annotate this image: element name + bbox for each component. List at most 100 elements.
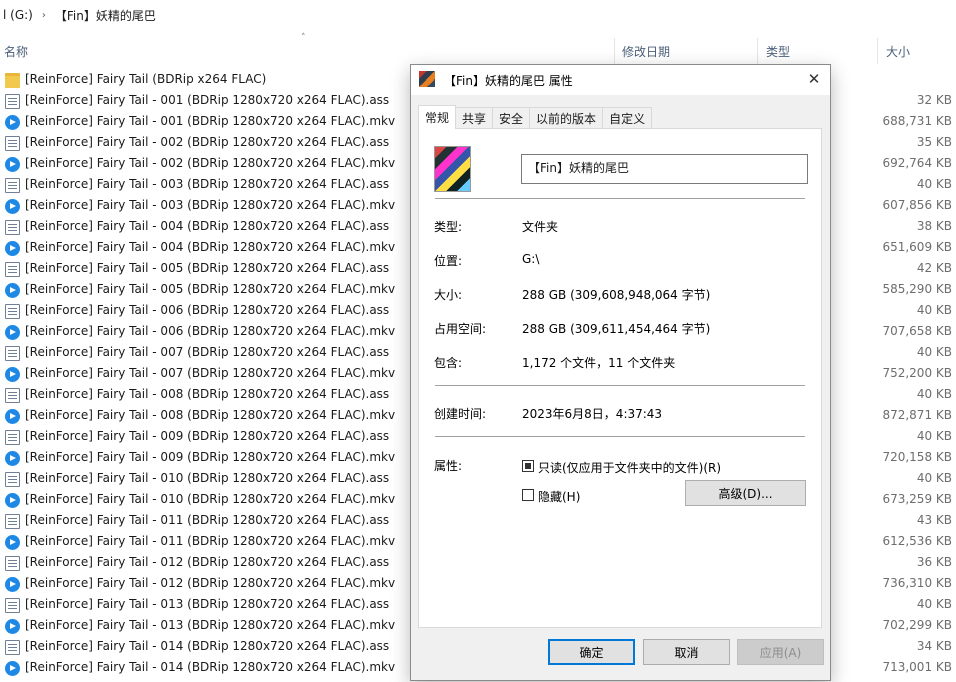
dialog-tabs: 常规 共享 安全 以前的版本 自定义: [418, 105, 653, 129]
text-file-icon: [5, 220, 20, 235]
divider: [435, 198, 805, 199]
file-name: [ReinForce] Fairy Tail - 011 (BDRip 1280…: [25, 513, 390, 527]
tab-sharing[interactable]: 共享: [455, 107, 494, 129]
folder-thumbnail-icon: [419, 71, 435, 87]
text-file-icon: [5, 598, 20, 613]
video-file-icon: [5, 619, 20, 634]
file-name: [ReinForce] Fairy Tail - 008 (BDRip 1280…: [25, 387, 390, 401]
disk-size-value: 288 GB (309,611,454,464 字节): [522, 322, 711, 336]
file-name: [ReinForce] Fairy Tail - 006 (BDRip 1280…: [25, 303, 390, 317]
column-header-type[interactable]: 类型: [766, 38, 790, 64]
tab-security[interactable]: 安全: [492, 107, 531, 129]
video-file-icon: [5, 283, 20, 298]
file-size: 36 KB: [916, 555, 952, 569]
folder-icon: [5, 73, 20, 88]
chevron-right-icon: ›: [41, 9, 46, 21]
column-divider[interactable]: [757, 38, 758, 64]
file-name: [ReinForce] Fairy Tail - 001 (BDRip 1280…: [25, 114, 396, 128]
file-name: [ReinForce] Fairy Tail - 014 (BDRip 1280…: [25, 660, 396, 674]
file-size: 651,609 KB: [882, 240, 952, 254]
file-size: 43 KB: [916, 513, 952, 527]
properties-dialog: 【Fin】妖精的尾巴 属性 ✕ 常规 共享 安全 以前的版本 自定义 【Fin】…: [410, 64, 831, 681]
file-name: [ReinForce] Fairy Tail - 009 (BDRip 1280…: [25, 429, 390, 443]
file-size: 38 KB: [916, 219, 952, 233]
hidden-checkbox[interactable]: [522, 489, 534, 501]
hidden-label[interactable]: 隐藏(H): [538, 488, 580, 505]
file-size: 40 KB: [916, 345, 952, 359]
divider: [435, 436, 805, 437]
video-file-icon: [5, 661, 20, 676]
tab-previous-versions[interactable]: 以前的版本: [529, 107, 604, 129]
file-name: [ReinForce] Fairy Tail - 012 (BDRip 1280…: [25, 555, 390, 569]
file-name: [ReinForce] Fairy Tail (BDRip x264 FLAC): [25, 72, 267, 86]
text-file-icon: [5, 94, 20, 109]
breadcrumb-drive[interactable]: l (G:): [0, 8, 36, 22]
file-size: 692,764 KB: [882, 156, 952, 170]
divider: [435, 385, 805, 386]
file-name: [ReinForce] Fairy Tail - 008 (BDRip 1280…: [25, 408, 396, 422]
file-name: [ReinForce] Fairy Tail - 002 (BDRip 1280…: [25, 135, 390, 149]
close-icon[interactable]: ✕: [798, 65, 830, 93]
type-value: 文件夹: [522, 220, 559, 234]
sort-ascending-icon: ˄: [301, 33, 306, 43]
file-size: 713,001 KB: [882, 660, 952, 674]
file-size: 612,536 KB: [882, 534, 952, 548]
file-name: [ReinForce] Fairy Tail - 013 (BDRip 1280…: [25, 597, 390, 611]
folder-name-field[interactable]: 【Fin】妖精的尾巴: [521, 154, 808, 184]
location-label: 位置:: [434, 254, 463, 268]
tab-general[interactable]: 常规: [418, 105, 457, 129]
video-file-icon: [5, 535, 20, 550]
size-value: 288 GB (309,608,948,064 字节): [522, 288, 711, 302]
file-name: [ReinForce] Fairy Tail - 012 (BDRip 1280…: [25, 576, 396, 590]
file-name: [ReinForce] Fairy Tail - 006 (BDRip 1280…: [25, 324, 396, 338]
file-size: 40 KB: [916, 177, 952, 191]
file-size: 35 KB: [916, 135, 952, 149]
text-file-icon: [5, 472, 20, 487]
general-panel: 【Fin】妖精的尾巴 类型: 文件夹 位置: G:\ 大小: 288 GB (3…: [418, 128, 822, 628]
text-file-icon: [5, 640, 20, 655]
advanced-button[interactable]: 高级(D)...: [685, 480, 806, 506]
file-name: [ReinForce] Fairy Tail - 005 (BDRip 1280…: [25, 282, 396, 296]
ok-button[interactable]: 确定: [548, 639, 635, 665]
video-file-icon: [5, 451, 20, 466]
text-file-icon: [5, 556, 20, 571]
cancel-button[interactable]: 取消: [643, 639, 730, 665]
tab-customize[interactable]: 自定义: [602, 107, 653, 129]
file-size: 702,299 KB: [882, 618, 952, 632]
file-name: [ReinForce] Fairy Tail - 001 (BDRip 1280…: [25, 93, 390, 107]
size-label: 大小:: [434, 288, 463, 302]
column-header-name[interactable]: 名称: [4, 38, 28, 64]
file-size: 872,871 KB: [882, 408, 952, 422]
attributes-label: 属性:: [434, 459, 463, 473]
text-file-icon: [5, 304, 20, 319]
readonly-checkbox[interactable]: [522, 460, 534, 472]
apply-button[interactable]: 应用(A): [737, 639, 824, 665]
text-file-icon: [5, 262, 20, 277]
disk-size-label: 占用空间:: [434, 322, 487, 336]
breadcrumb: l (G:) › 【Fin】妖精的尾巴: [0, 0, 956, 30]
file-name: [ReinForce] Fairy Tail - 010 (BDRip 1280…: [25, 471, 390, 485]
file-size: 707,658 KB: [882, 324, 952, 338]
contains-value: 1,172 个文件，11 个文件夹: [522, 356, 676, 370]
location-value: G:\: [522, 252, 540, 266]
column-header-size[interactable]: 大小: [886, 38, 910, 64]
breadcrumb-folder[interactable]: 【Fin】妖精的尾巴: [52, 7, 159, 24]
file-name: [ReinForce] Fairy Tail - 003 (BDRip 1280…: [25, 177, 390, 191]
readonly-label[interactable]: 只读(仅应用于文件夹中的文件)(R): [538, 459, 721, 476]
column-divider[interactable]: [877, 38, 878, 64]
file-size: 607,856 KB: [882, 198, 952, 212]
file-size: 40 KB: [916, 471, 952, 485]
text-file-icon: [5, 388, 20, 403]
text-file-icon: [5, 178, 20, 193]
created-label: 创建时间:: [434, 407, 487, 421]
file-name: [ReinForce] Fairy Tail - 004 (BDRip 1280…: [25, 240, 396, 254]
column-header-date[interactable]: 修改日期: [622, 38, 670, 64]
file-name: [ReinForce] Fairy Tail - 011 (BDRip 1280…: [25, 534, 396, 548]
file-size: 720,158 KB: [882, 450, 952, 464]
contains-label: 包含:: [434, 356, 463, 370]
column-divider[interactable]: [614, 38, 615, 64]
text-file-icon: [5, 514, 20, 529]
dialog-titlebar[interactable]: 【Fin】妖精的尾巴 属性 ✕: [411, 65, 830, 95]
file-name: [ReinForce] Fairy Tail - 007 (BDRip 1280…: [25, 345, 390, 359]
file-name: [ReinForce] Fairy Tail - 010 (BDRip 1280…: [25, 492, 396, 506]
